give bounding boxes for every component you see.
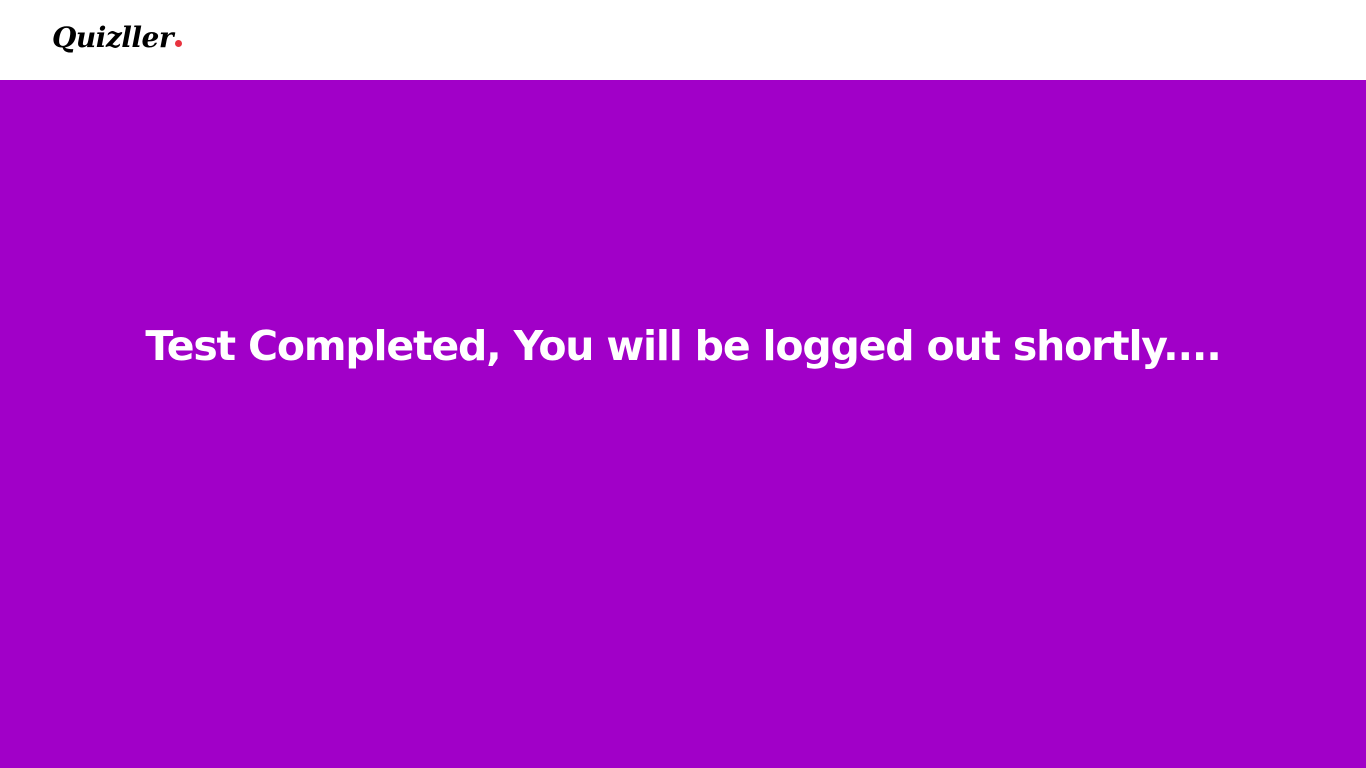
main-content: Test Completed, You will be logged out s…	[0, 80, 1366, 768]
quizller-logo[interactable]: Quizller	[52, 18, 183, 58]
logo-text: Quizller	[52, 21, 174, 54]
test-completed-message: Test Completed, You will be logged out s…	[145, 322, 1221, 370]
top-header: Quizller	[0, 0, 1366, 80]
logo-dot-icon	[175, 40, 183, 47]
